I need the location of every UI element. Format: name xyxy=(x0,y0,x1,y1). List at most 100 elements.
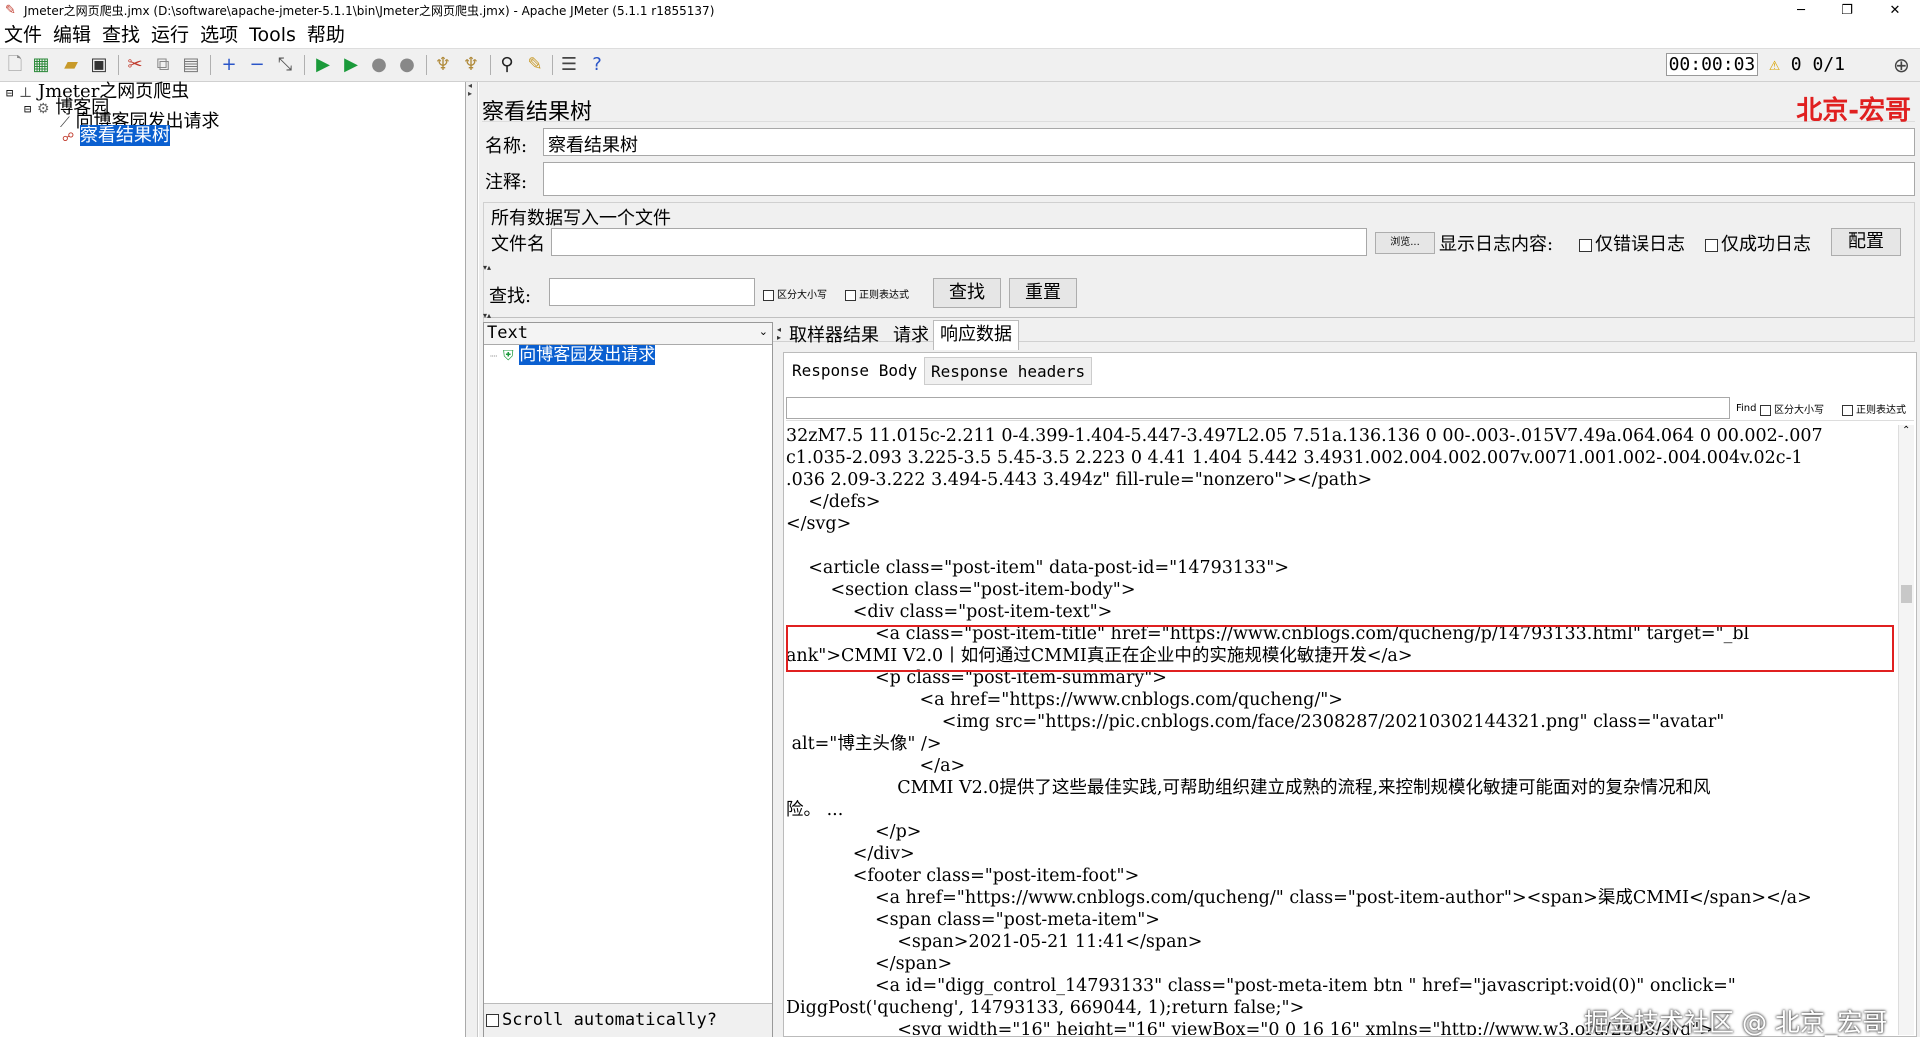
clear-icon[interactable]: ♆ xyxy=(432,54,454,76)
find-bar: Find 区分大小写 正则表达式 xyxy=(786,395,1914,421)
elapsed-time: 00:00:03 xyxy=(1665,53,1759,76)
new-icon[interactable]: 🗋 xyxy=(4,54,26,76)
pane-splitter[interactable]: ◂ ▸ xyxy=(466,82,478,1037)
subtab-response-headers[interactable]: Response headers xyxy=(924,357,1093,385)
response-line: </a> xyxy=(786,756,966,776)
reset-search-icon[interactable]: ✎ xyxy=(524,54,546,76)
minimize-button[interactable]: ─ xyxy=(1778,0,1824,22)
search-regex-label: 正则表达式 xyxy=(859,290,909,301)
filename-input[interactable] xyxy=(551,228,1367,256)
save-icon[interactable]: ▣ xyxy=(88,54,110,76)
name-label: 名称: xyxy=(485,136,528,157)
response-line: <span class="post-meta-item"> xyxy=(786,910,1160,930)
watermark-label: 北京-宏哥 xyxy=(1796,96,1911,126)
log-label: 显示日志内容: xyxy=(1439,234,1554,255)
panel-title: 察看结果树 xyxy=(482,100,593,125)
paste-icon[interactable]: ▤ xyxy=(180,54,202,76)
success-shield-icon: ⛨ xyxy=(502,348,514,364)
view-results-tree-panel: 察看结果树 北京-宏哥 名称: 察看结果树 注释: 所有数据写入一个文件 文件名… xyxy=(479,82,1920,1037)
search-regex-checkbox[interactable]: 正则表达式 xyxy=(845,286,909,301)
response-line: </p> xyxy=(786,822,922,842)
reset-button[interactable]: 重置 xyxy=(1009,278,1077,308)
tree-listener[interactable]: ☍ 察看结果树 xyxy=(62,125,170,146)
window-title: Jmeter之网页爬虫.jmx (D:\software\apache-jmet… xyxy=(24,4,715,18)
response-line: .036 2.09-3.222 3.494-5.443 3.494z" fill… xyxy=(786,470,1373,490)
listener-icon: ☍ xyxy=(62,130,75,144)
response-line: <img src="https://pic.cnblogs.com/face/2… xyxy=(786,712,1725,732)
find-label: Find xyxy=(1736,403,1757,414)
collapse-icon[interactable]: − xyxy=(246,54,268,76)
response-line: 险。 ... xyxy=(786,800,844,820)
function-helper-icon[interactable]: ☰ xyxy=(558,54,580,76)
close-button[interactable]: ✕ xyxy=(1872,0,1918,22)
response-line: CMMI V2.0提供了这些最佳实践,可帮助组织建立成熟的流程,来控制规模化敏捷… xyxy=(786,778,1711,798)
start-icon[interactable]: ▶ xyxy=(312,54,334,76)
response-line: </span> xyxy=(786,954,953,974)
file-section-title: 所有数据写入一个文件 xyxy=(491,208,671,229)
help-icon[interactable]: ? xyxy=(586,54,608,76)
find-regex-checkbox[interactable]: 正则表达式 xyxy=(1842,401,1906,416)
subtab-response-body[interactable]: Response Body xyxy=(788,357,922,385)
search-case-checkbox[interactable]: 区分大小写 xyxy=(763,286,827,301)
splitter-arrows-icon[interactable]: ◂ ▸ xyxy=(777,326,781,342)
result-item-label: 向博客园发出请求 xyxy=(519,345,656,365)
configure-button[interactable]: 配置 xyxy=(1831,228,1901,256)
jmeter-logo-icon: ✎ xyxy=(5,3,16,18)
browse-button[interactable]: 浏览... xyxy=(1375,232,1435,254)
collapse-arrows-icon[interactable]: ▾▴ xyxy=(483,264,491,272)
warning-icon[interactable]: ⚠ xyxy=(1769,54,1780,75)
scroll-up-icon[interactable]: ⌃ xyxy=(1902,425,1910,436)
success-only-checkbox[interactable]: 仅成功日志 xyxy=(1705,230,1811,256)
search-icon[interactable]: ⚲ xyxy=(496,54,518,76)
scroll-auto-checkbox[interactable]: Scroll automatically? xyxy=(486,1010,717,1030)
clear-all-icon[interactable]: ♆ xyxy=(460,54,482,76)
shutdown-icon[interactable]: ● xyxy=(396,54,418,76)
find-button[interactable]: 查找 xyxy=(933,278,1001,308)
response-line: </div> xyxy=(786,844,915,864)
find-case-label: 区分大小写 xyxy=(1774,405,1824,416)
toolbar: 🗋 ▦ ▰ ▣ ✂ ⧉ ▤ + − ⤡ ▶ ▶ ● ● ♆ ♆ ⚲ ✎ ☰ ? xyxy=(0,48,1920,82)
scroll-thumb[interactable] xyxy=(1901,585,1912,603)
vertical-scrollbar[interactable]: ⌃ xyxy=(1898,425,1914,1035)
menu-item-1[interactable]: 编辑 xyxy=(53,24,91,46)
menu-item-2[interactable]: 查找 xyxy=(102,24,140,46)
highlight-box xyxy=(786,625,1894,672)
jmeter-window: ✎ Jmeter之网页爬虫.jmx (D:\software\apache-jm… xyxy=(0,0,1920,1037)
renderer-select[interactable]: Text ⌄ xyxy=(484,323,772,345)
templates-icon[interactable]: ▦ xyxy=(30,54,52,76)
response-body-text[interactable]: 32zM7.5 11.015c-2.211 0-4.399-1.404-5.44… xyxy=(786,425,1896,1035)
response-line: <a id="digg_control_14793133" class="pos… xyxy=(786,976,1736,996)
menu-bar: 文件 编辑 查找 运行 选项 Tools 帮助 xyxy=(0,22,1920,48)
menu-item-5[interactable]: Tools xyxy=(249,24,296,46)
name-field[interactable]: 察看结果树 xyxy=(543,128,1915,156)
settings-icon[interactable]: ⊕ xyxy=(1893,53,1910,77)
copy-icon[interactable]: ⧉ xyxy=(152,54,174,76)
response-line: 32zM7.5 11.015c-2.211 0-4.399-1.404-5.44… xyxy=(786,426,1823,446)
restore-button[interactable]: ❐ xyxy=(1824,0,1870,22)
toggle-icon[interactable]: ⤡ xyxy=(274,54,296,76)
response-line xyxy=(786,535,1896,557)
response-line: <span>2021-05-21 11:41</span> xyxy=(786,932,1203,952)
tab-response-data[interactable]: 响应数据 xyxy=(933,320,1019,350)
collapse-arrows-icon-2[interactable]: ▾▴ xyxy=(483,312,491,320)
start-no-pauses-icon[interactable]: ▶ xyxy=(340,54,362,76)
result-item[interactable]: ┈ ⛨ 向博客园发出请求 xyxy=(490,345,656,366)
menu-item-4[interactable]: 选项 xyxy=(200,24,238,46)
find-case-checkbox[interactable]: 区分大小写 xyxy=(1760,401,1824,416)
search-input[interactable] xyxy=(549,278,755,306)
errors-only-checkbox[interactable]: 仅错误日志 xyxy=(1579,230,1685,256)
expand-icon[interactable]: + xyxy=(218,54,240,76)
menu-item-6[interactable]: 帮助 xyxy=(307,24,345,46)
menu-item-3[interactable]: 运行 xyxy=(151,24,189,46)
open-icon[interactable]: ▰ xyxy=(60,54,82,76)
comment-field[interactable] xyxy=(543,162,1915,196)
search-case-label: 区分大小写 xyxy=(777,290,827,301)
menu-item-0[interactable]: 文件 xyxy=(4,24,42,46)
cut-icon[interactable]: ✂ xyxy=(124,54,146,76)
stop-icon[interactable]: ● xyxy=(368,54,390,76)
response-line: alt="博主头像" /> xyxy=(786,734,942,754)
tab-request[interactable]: 请求 xyxy=(889,322,933,350)
tab-sampler-result[interactable]: 取样器结果 xyxy=(785,322,883,350)
find-input[interactable] xyxy=(786,397,1730,419)
response-line: <a href="https://www.cnblogs.com/qucheng… xyxy=(786,690,1343,710)
